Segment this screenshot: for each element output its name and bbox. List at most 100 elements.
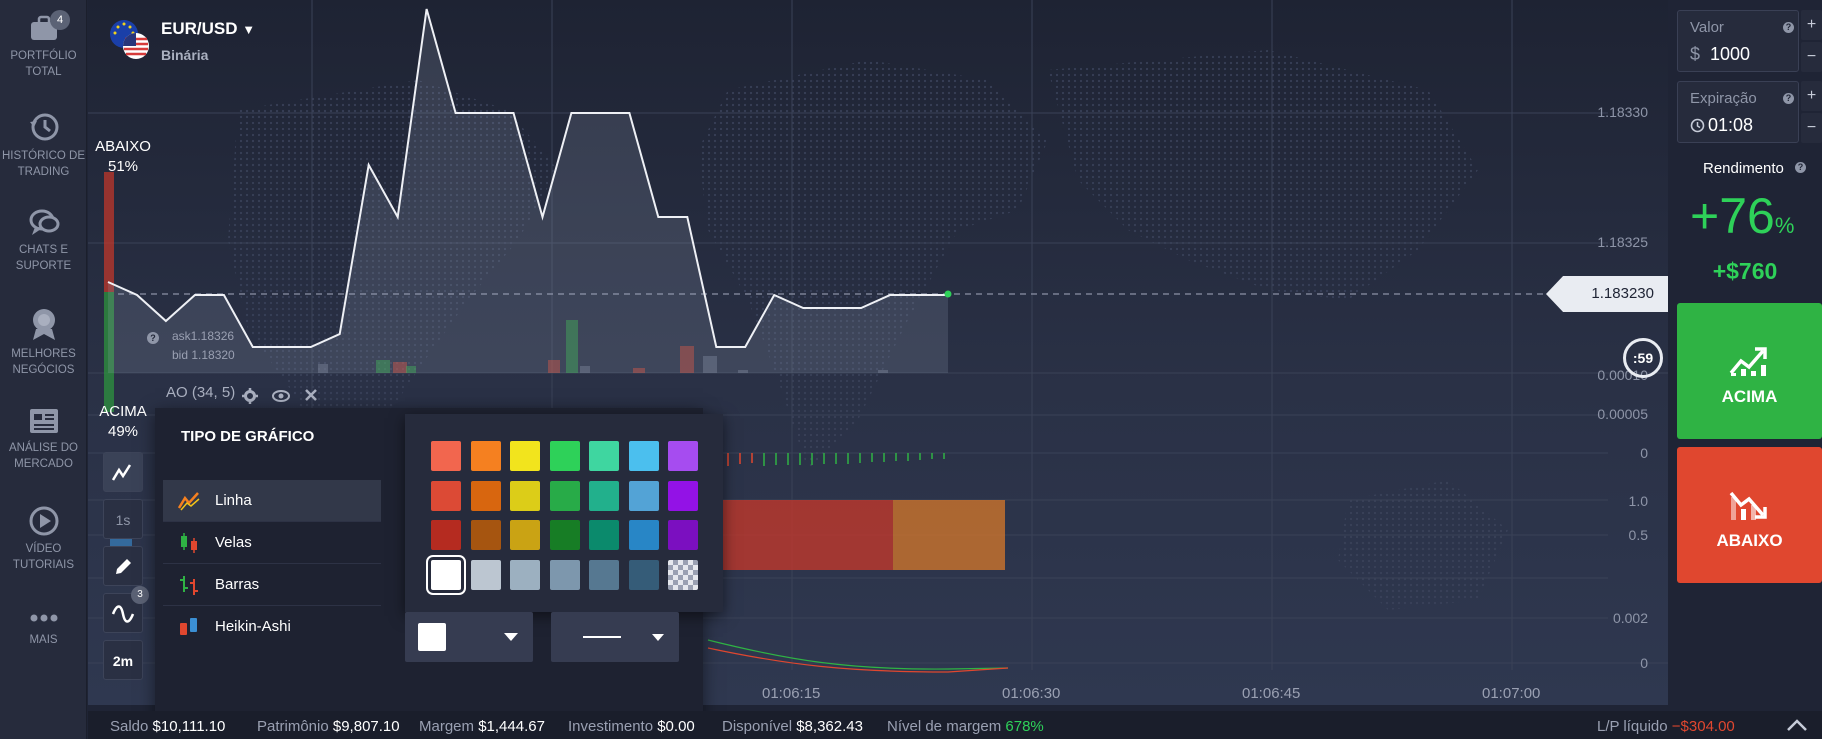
color-swatch[interactable] xyxy=(589,441,619,471)
color-swatch[interactable] xyxy=(628,520,659,550)
help-icon[interactable]: ? xyxy=(147,328,159,346)
color-swatch[interactable] xyxy=(549,480,580,511)
profit-value: +$760 xyxy=(1712,258,1778,284)
swatch-transparent[interactable] xyxy=(668,559,698,590)
stat-nivel-margem: Nível de margem 678% xyxy=(887,718,1044,735)
expiry-field[interactable]: Expiração ? 01:08 xyxy=(1677,81,1799,143)
portfolio-badge: 4 xyxy=(50,10,70,30)
expiry-timer: :59 xyxy=(1623,338,1663,378)
color-swatch[interactable] xyxy=(431,441,461,471)
color-swatch[interactable] xyxy=(470,480,501,511)
panel-title: TIPO DE GRÁFICO xyxy=(181,428,315,445)
line-style-preview xyxy=(583,636,621,638)
nav-more[interactable]: MAIS xyxy=(0,608,87,648)
color-dropdown[interactable] xyxy=(405,612,533,662)
amount-decrease-button[interactable]: − xyxy=(1801,42,1822,72)
color-swatch[interactable] xyxy=(589,520,619,550)
buy-down-button[interactable]: ABAIXO xyxy=(1677,447,1822,583)
chevron-down-icon xyxy=(652,634,664,641)
time-tick: 01:07:00 xyxy=(1482,685,1541,702)
period-button[interactable]: 2m xyxy=(103,640,143,680)
color-swatch[interactable] xyxy=(628,441,659,471)
color-swatch[interactable] xyxy=(426,554,466,595)
color-swatch[interactable] xyxy=(431,520,461,550)
color-swatch[interactable] xyxy=(431,480,461,511)
bid-price: bid 1.18320 xyxy=(172,348,235,362)
nav-market-analysis[interactable]: ANÁLISE DO MERCADO xyxy=(0,406,87,472)
nav-label: VÍDEO TUTORIAIS xyxy=(12,543,75,571)
color-swatch[interactable] xyxy=(549,441,580,471)
price-tick: 1.18330 xyxy=(1597,104,1648,120)
nav-label: CHATS E SUPORTE xyxy=(15,244,72,272)
gear-icon[interactable] xyxy=(242,388,258,404)
medal-icon xyxy=(32,309,55,340)
nav-history[interactable]: HISTÓRICO DE TRADING xyxy=(0,110,87,180)
color-swatch[interactable] xyxy=(628,559,659,590)
ao-tick: 0 xyxy=(1640,445,1648,461)
color-swatch[interactable] xyxy=(510,559,540,590)
nav-chat[interactable]: CHATS E SUPORTE xyxy=(0,208,87,274)
color-swatch[interactable] xyxy=(549,520,580,550)
chart-type-line[interactable]: Linha xyxy=(163,480,381,522)
currency-flags-icon xyxy=(110,20,149,59)
sentiment-down-label: ABAIXO xyxy=(95,138,151,155)
color-swatch[interactable] xyxy=(668,441,698,471)
chat-icon xyxy=(29,209,59,235)
color-swatch[interactable] xyxy=(470,520,501,550)
chevron-up-icon[interactable] xyxy=(1786,718,1808,732)
expiry-label: Expiração xyxy=(1690,90,1757,107)
amount-value[interactable]: 1000 xyxy=(1710,44,1750,65)
asset-selector[interactable]: EUR/USD ▼ xyxy=(161,19,255,39)
buy-up-button[interactable]: ACIMA xyxy=(1677,303,1822,439)
close-icon[interactable] xyxy=(304,388,318,402)
time-tick: 01:06:15 xyxy=(762,685,821,702)
selected-color-preview xyxy=(418,623,446,651)
amount-increase-button[interactable]: + xyxy=(1801,10,1822,40)
color-swatch[interactable] xyxy=(470,441,501,471)
nav-video-tutorials[interactable]: VÍDEO TUTORIAIS xyxy=(0,505,87,573)
amount-field[interactable]: Valor ? $ 1000 xyxy=(1677,10,1799,72)
chart-type-label: Heikin-Ashi xyxy=(215,618,291,635)
expiry-value[interactable]: 01:08 xyxy=(1708,115,1753,136)
nav-label: PORTFÓLIO TOTAL xyxy=(10,50,77,78)
color-swatch[interactable] xyxy=(470,559,501,590)
chart-type-candles[interactable]: Velas xyxy=(163,522,381,564)
help-icon[interactable]: ? xyxy=(1783,22,1794,33)
nav-label: MAIS xyxy=(29,634,58,646)
chart-type-button[interactable] xyxy=(103,452,143,492)
stat-lp-liquido: L/P líquido −$304.00 xyxy=(1597,718,1735,735)
help-icon[interactable]: ? xyxy=(1795,162,1806,173)
color-swatch[interactable] xyxy=(589,559,619,590)
amount-label: Valor xyxy=(1690,19,1724,36)
expiry-increase-button[interactable]: + xyxy=(1801,81,1822,111)
color-swatch[interactable] xyxy=(668,520,698,550)
chart-type-heikin-ashi[interactable]: Heikin-Ashi xyxy=(163,606,381,648)
chart-type-label: Linha xyxy=(215,492,252,509)
color-swatch[interactable] xyxy=(510,480,540,511)
eye-icon[interactable] xyxy=(272,388,290,404)
color-swatch[interactable] xyxy=(510,441,540,471)
color-swatch[interactable] xyxy=(628,480,659,511)
color-swatch[interactable] xyxy=(510,520,540,550)
drawing-tool-button[interactable] xyxy=(103,546,143,586)
timeframe-button[interactable]: 1s xyxy=(103,499,143,539)
currency-symbol: $ xyxy=(1690,44,1701,64)
color-swatch[interactable] xyxy=(589,480,619,511)
pencil-icon xyxy=(116,559,131,574)
line-style-dropdown[interactable] xyxy=(551,612,679,662)
chevron-down-icon xyxy=(504,633,518,641)
expiry-decrease-button[interactable]: − xyxy=(1801,113,1822,143)
color-swatch[interactable] xyxy=(668,480,698,511)
nav-label: MELHORES NEGÓCIOS xyxy=(11,348,76,376)
help-icon[interactable]: ? xyxy=(1783,93,1794,104)
history-icon xyxy=(29,113,58,141)
chart-type-bars[interactable]: Barras xyxy=(163,564,381,606)
time-tick: 01:06:30 xyxy=(1002,685,1061,702)
color-swatch[interactable] xyxy=(549,559,580,590)
buy-down-label: ABAIXO xyxy=(1716,531,1783,550)
stat-saldo: Saldo $10,111.10 xyxy=(110,718,226,735)
nav-best-deals[interactable]: MELHORES NEGÓCIOS xyxy=(0,306,87,378)
nav-portfolio[interactable]: 4 PORTFÓLIO TOTAL xyxy=(0,10,87,80)
indicators-button[interactable]: 3 xyxy=(103,586,149,633)
ao-histogram xyxy=(727,453,945,466)
